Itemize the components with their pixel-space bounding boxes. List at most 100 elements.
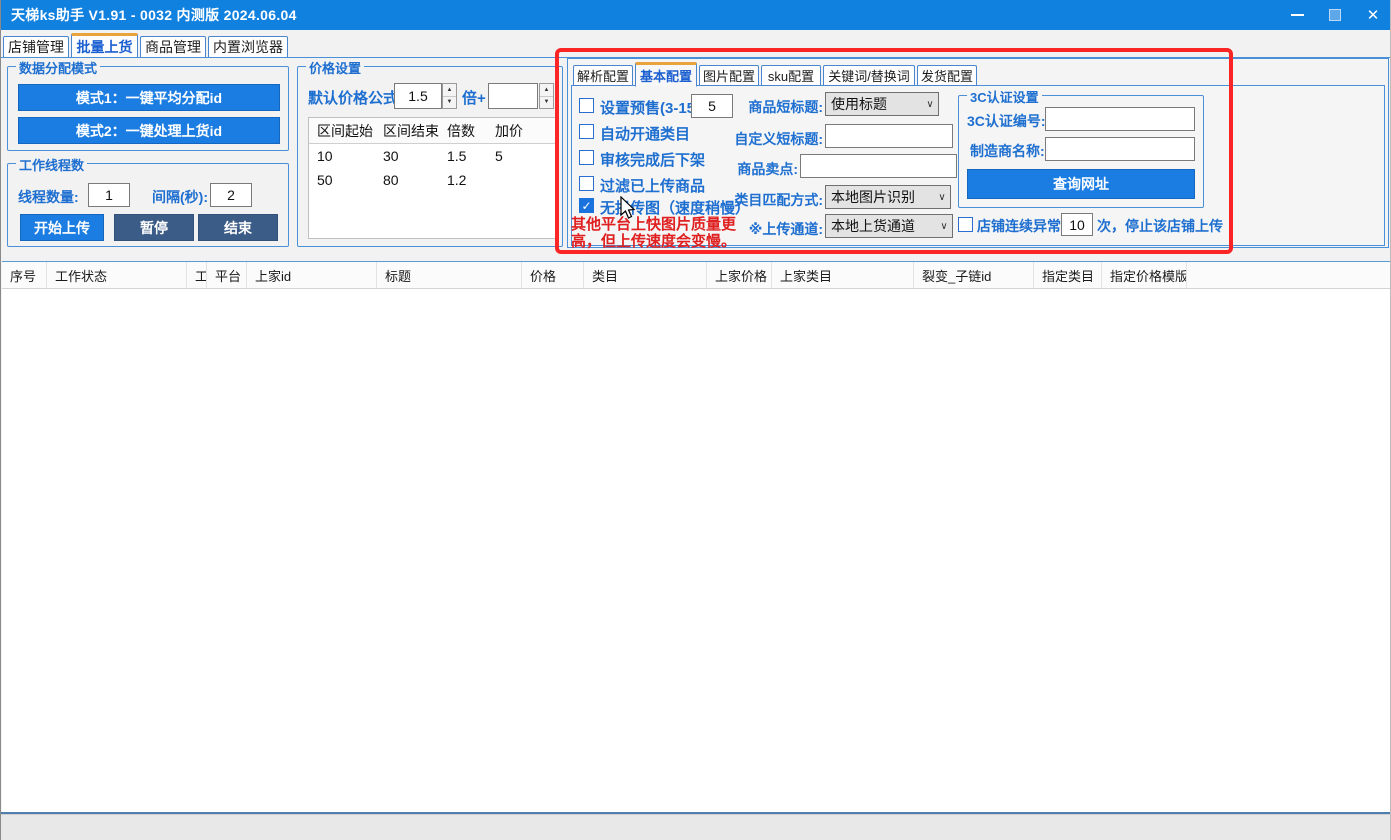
presale-label: 设置预售(3-15)	[600, 97, 700, 118]
spinner-down-icon[interactable]: ▼	[443, 97, 456, 109]
c3-cert-no-input[interactable]	[1045, 107, 1195, 131]
filter-uploaded-checkbox[interactable]	[579, 176, 594, 191]
c3-group-title: 3C认证设置	[967, 87, 1042, 106]
thread-count-input[interactable]	[88, 183, 130, 207]
price-range-table[interactable]: 区间起始 区间结束 倍数 加价 10 30 1.5 5 50 80 1.2	[308, 117, 556, 239]
title-bar: 天梯ks助手 V1.91 - 0032 内测版 2024.06.04 ✕	[1, 0, 1391, 30]
filter-uploaded-label: 过滤已上传商品	[600, 175, 705, 196]
shop-abnormal-count-input[interactable]	[1061, 213, 1093, 236]
spinner-up-icon[interactable]: ▲	[540, 84, 553, 97]
data-mode-group: 数据分配模式 模式1：一键平均分配id 模式2：一键处理上货id	[7, 66, 289, 151]
tab-basic-config[interactable]: 基本配置	[635, 62, 697, 87]
manufacturer-input[interactable]	[1045, 137, 1195, 161]
col-assigned-category[interactable]: 指定类目	[1034, 262, 1102, 288]
start-upload-button[interactable]: 开始上传	[20, 214, 104, 241]
tab-image-config[interactable]: 图片配置	[699, 65, 759, 86]
selling-point-label: 商品卖点:	[698, 159, 798, 179]
price-table-header: 区间起始 区间结束 倍数 加价	[309, 118, 555, 144]
tab-batch-upload[interactable]: 批量上货	[71, 33, 138, 57]
auto-category-checkbox[interactable]	[579, 124, 594, 139]
chevron-down-icon: ∨	[934, 192, 950, 203]
price-table-row[interactable]: 50 80 1.2	[309, 168, 555, 192]
price-col-range-start: 区间起始	[309, 121, 375, 141]
col-price[interactable]: 价格	[522, 262, 584, 288]
spinner-up-icon[interactable]: ▲	[443, 84, 456, 97]
tab-shipping-config[interactable]: 发货配置	[917, 65, 977, 86]
result-table-body[interactable]	[2, 289, 1391, 812]
col-work-status[interactable]: 工作状态	[47, 262, 187, 288]
stop-button[interactable]: 结束	[198, 214, 278, 241]
warning-text-line2: 高，但上传速度会变慢。	[571, 230, 736, 251]
price-formula-spinner[interactable]: ▲ ▼	[442, 83, 457, 109]
auto-category-label: 自动开通类目	[600, 123, 690, 144]
category-match-select[interactable]: 本地图片识别 ∨	[825, 185, 951, 209]
maximize-button[interactable]	[1316, 0, 1354, 30]
upload-channel-select[interactable]: 本地上货通道 ∨	[825, 214, 953, 238]
c3-cert-group: 3C认证设置 3C认证编号: 制造商名称: 查询网址	[958, 95, 1204, 208]
selling-point-input[interactable]	[800, 154, 957, 178]
custom-title-label: 自定义短标题:	[723, 129, 823, 149]
cell-multiplier: 1.2	[439, 172, 487, 188]
price-group: 价格设置 默认价格公式: ▲ ▼ 倍+ ▲ ▼ 区间起始 区间结束 倍数 加价 …	[297, 66, 563, 247]
shop-abnormal-checkbox[interactable]	[958, 217, 973, 232]
tab-sku-config[interactable]: sku配置	[761, 65, 821, 86]
price-group-title: 价格设置	[306, 58, 364, 77]
col-platform[interactable]: 平台	[207, 262, 247, 288]
c3-cert-no-label: 3C认证编号:	[967, 111, 1046, 131]
pause-button[interactable]: 暂停	[114, 214, 194, 241]
tab-shop-management[interactable]: 店铺管理	[3, 36, 69, 57]
custom-title-input[interactable]	[825, 124, 953, 148]
cell-range-end: 30	[375, 148, 439, 164]
maximize-icon	[1329, 9, 1341, 21]
col-filler	[1187, 262, 1391, 288]
col-title[interactable]: 标题	[377, 262, 522, 288]
short-title-value: 使用标题	[826, 94, 922, 114]
spinner-down-icon[interactable]: ▼	[540, 97, 553, 109]
price-multiplier-label: 倍+	[462, 87, 486, 108]
minimize-button[interactable]	[1278, 0, 1316, 30]
interval-label: 间隔(秒):	[152, 187, 208, 207]
short-title-select[interactable]: 使用标题 ∨	[825, 92, 939, 116]
shop-abnormal-prefix: 店铺连续异常	[977, 216, 1061, 236]
shop-abnormal-suffix: 次，停止该店铺上传	[1097, 216, 1223, 236]
price-formula-label: 默认价格公式:	[308, 87, 403, 108]
presale-checkbox[interactable]	[579, 98, 594, 113]
thread-group: 工作线程数 线程数量: 间隔(秒): 开始上传 暂停 结束	[7, 163, 289, 247]
col-sublink-id[interactable]: 裂变_子链id	[914, 262, 1034, 288]
status-bar	[1, 814, 1391, 840]
col-category[interactable]: 类目	[584, 262, 707, 288]
lossless-upload-checkbox[interactable]: ✓	[579, 198, 594, 213]
close-icon: ✕	[1367, 8, 1380, 23]
upload-channel-label: ※上传通道:	[723, 219, 823, 239]
category-match-label: 类目匹配方式:	[723, 190, 823, 210]
minimize-icon	[1291, 14, 1304, 16]
col-source-price[interactable]: 上家价格	[707, 262, 772, 288]
off-shelf-checkbox[interactable]	[579, 150, 594, 165]
mode1-button[interactable]: 模式1：一键平均分配id	[18, 84, 280, 111]
data-mode-group-title: 数据分配模式	[16, 58, 100, 77]
col-price-template[interactable]: 指定价格模版	[1102, 262, 1187, 288]
price-col-multiplier: 倍数	[439, 121, 487, 141]
thread-group-title: 工作线程数	[16, 155, 87, 174]
close-button[interactable]: ✕	[1354, 0, 1391, 30]
interval-input[interactable]	[210, 183, 252, 207]
price-addition-input[interactable]	[488, 83, 538, 109]
result-table-header[interactable]: 序号 工作状态 工 平台 上家id 标题 价格 类目 上家价格 上家类目 裂变_…	[2, 261, 1391, 289]
mode2-button[interactable]: 模式2：一键处理上货id	[18, 117, 280, 144]
tab-product-management[interactable]: 商品管理	[140, 36, 206, 57]
window-title: 天梯ks助手 V1.91 - 0032 内测版 2024.06.04	[1, 5, 297, 25]
col-seq[interactable]: 序号	[2, 262, 47, 288]
price-addition-spinner[interactable]: ▲ ▼	[539, 83, 554, 109]
tab-builtin-browser[interactable]: 内置浏览器	[208, 36, 288, 57]
price-formula-input[interactable]	[394, 83, 442, 109]
tab-parse-config[interactable]: 解析配置	[573, 65, 633, 86]
col-source-category[interactable]: 上家类目	[772, 262, 914, 288]
short-title-label: 商品短标题:	[723, 97, 823, 117]
tab-keyword-config[interactable]: 关键词/替换词	[823, 65, 915, 86]
price-table-row[interactable]: 10 30 1.5 5	[309, 144, 555, 168]
query-url-button[interactable]: 查询网址	[967, 169, 1195, 199]
cell-markup: 5	[487, 148, 531, 164]
col-source-id[interactable]: 上家id	[247, 262, 377, 288]
col-truncated[interactable]: 工	[187, 262, 207, 288]
manufacturer-label: 制造商名称:	[970, 141, 1045, 161]
